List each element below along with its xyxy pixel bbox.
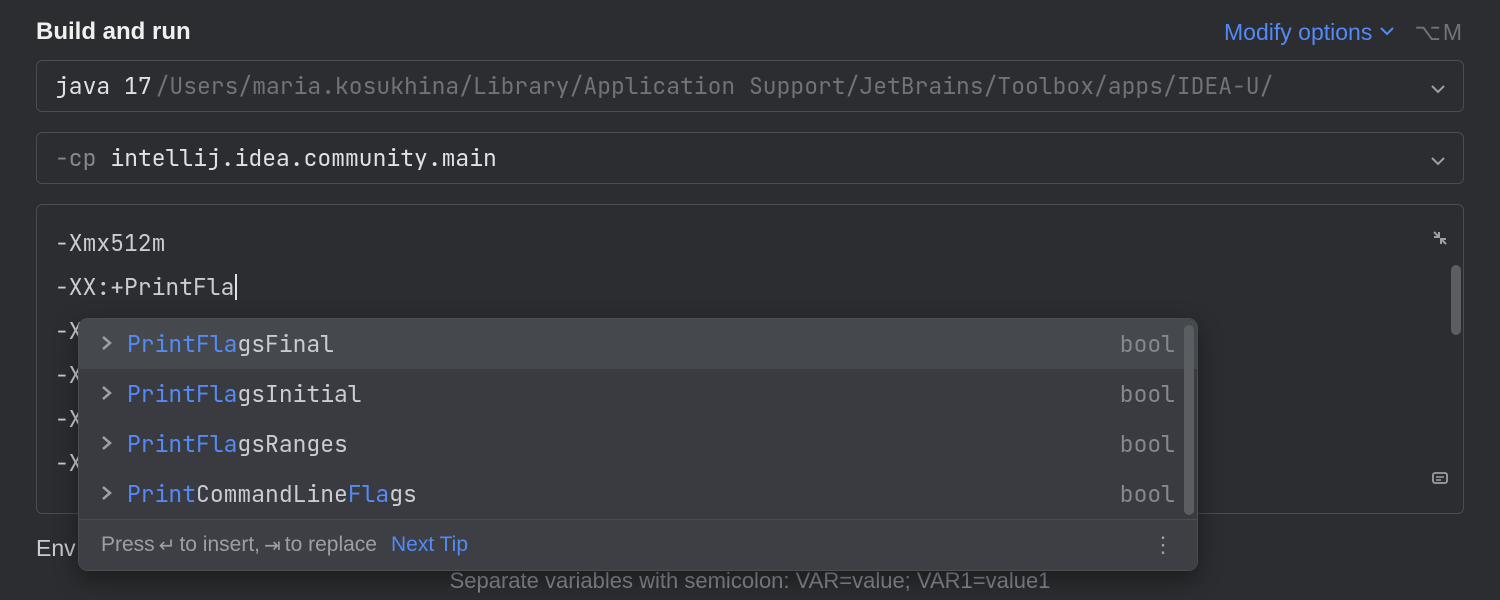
autocomplete-name: PrintFlagsInitial — [127, 379, 362, 409]
modify-options-label: Modify options — [1224, 19, 1372, 46]
more-menu-icon[interactable]: ⋮ — [1152, 532, 1175, 558]
section-title: Build and run — [36, 18, 191, 46]
chevron-down-icon — [1431, 143, 1445, 173]
autocomplete-footer: Press ↵ to insert, ⇥ to replace Next Tip… — [79, 519, 1197, 570]
vm-arg-line: -Xmx512m — [55, 221, 1445, 265]
chevron-down-icon — [1380, 23, 1394, 41]
chevron-down-icon — [1431, 71, 1445, 101]
classpath-flag: -cp — [55, 143, 96, 173]
classpath-selector[interactable]: -cp intellij.idea.community.main — [36, 132, 1464, 184]
chevron-right-icon — [101, 331, 113, 357]
env-label-fragment: Env — [36, 535, 76, 562]
vm-arg-line: -XX:+PrintFla — [55, 265, 1445, 309]
expand-icon[interactable] — [1431, 457, 1449, 501]
next-tip-link[interactable]: Next Tip — [391, 533, 468, 557]
autocomplete-item[interactable]: PrintFlagsFinal bool — [79, 319, 1197, 369]
autocomplete-type: bool — [1120, 329, 1175, 359]
autocomplete-type: bool — [1120, 479, 1175, 509]
jdk-version: java 17 — [55, 71, 152, 101]
autocomplete-name: PrintFlagsRanges — [127, 429, 348, 459]
classpath-value: intellij.idea.community.main — [110, 143, 496, 173]
autocomplete-type: bool — [1120, 429, 1175, 459]
chevron-right-icon — [101, 381, 113, 407]
tab-key-icon: ⇥ — [264, 533, 281, 558]
autocomplete-popup: PrintFlagsFinal bool PrintFlagsInitial b… — [78, 318, 1198, 571]
collapse-icon[interactable] — [1431, 217, 1449, 261]
autocomplete-name: PrintFlagsFinal — [127, 329, 334, 359]
autocomplete-type: bool — [1120, 379, 1175, 409]
jdk-path: /Users/maria.kosukhina/Library/Applicati… — [156, 71, 1431, 101]
env-variables-hint: Separate variables with semicolon: VAR=v… — [0, 568, 1500, 594]
shortcut-hint: ⌥M — [1414, 19, 1464, 46]
autocomplete-item[interactable]: PrintFlagsInitial bool — [79, 369, 1197, 419]
autocomplete-item[interactable]: PrintCommandLineFlags bool — [79, 469, 1197, 519]
autocomplete-name: PrintCommandLineFlags — [127, 479, 417, 509]
jdk-selector[interactable]: java 17 /Users/maria.kosukhina/Library/A… — [36, 60, 1464, 112]
chevron-right-icon — [101, 481, 113, 507]
scrollbar-thumb[interactable] — [1184, 325, 1194, 515]
scrollbar-thumb[interactable] — [1451, 265, 1461, 335]
text-cursor — [235, 274, 237, 300]
autocomplete-item[interactable]: PrintFlagsRanges bool — [79, 419, 1197, 469]
enter-key-icon: ↵ — [159, 533, 176, 558]
chevron-right-icon — [101, 431, 113, 457]
modify-options-link[interactable]: Modify options — [1224, 19, 1394, 46]
